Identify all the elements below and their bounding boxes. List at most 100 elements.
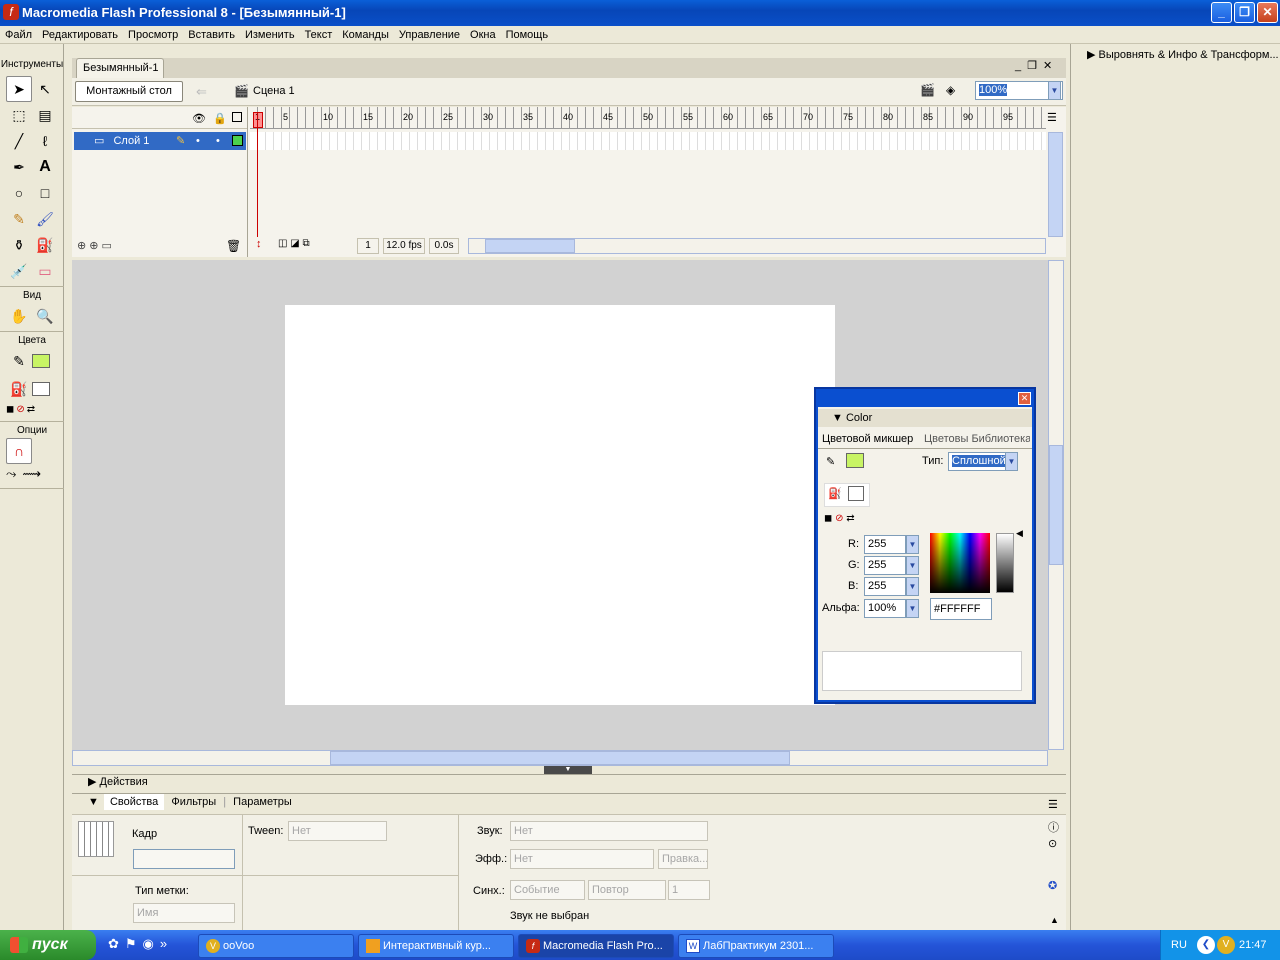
b-dropdown[interactable]: ▼ [906,577,919,596]
tween-select[interactable]: Нет [288,821,387,841]
edit-icon[interactable]: ⊙ [1048,837,1057,850]
color-panel-close-button[interactable]: ✕ [1018,392,1031,405]
brightness-marker-icon[interactable]: ◀ [1016,528,1023,539]
stroke-color-swatch[interactable] [32,354,50,368]
layer-row[interactable]: ▭ Слой 1 ✎ • • [74,132,246,150]
outline-icon[interactable] [232,112,242,122]
timeline-vscroll[interactable] [1048,132,1063,237]
pen-tool-icon[interactable]: ✒ [6,154,32,180]
timeline-menu-icon[interactable]: ☰ [1047,111,1057,124]
timeline-toggle-button[interactable]: Монтажный стол [75,81,183,102]
sync-select[interactable]: Событие [510,880,585,900]
free-transform-tool-icon[interactable]: ⬚ [6,102,32,128]
menu-control[interactable]: Управление [394,26,465,41]
g-input[interactable]: 255 [864,556,906,575]
pencil-tool-icon[interactable]: ✎ [6,206,32,232]
g-dropdown[interactable]: ▼ [906,556,919,575]
menu-view[interactable]: Просмотр [123,26,183,41]
tab-parameters[interactable]: Параметры [229,796,296,808]
hand-tool-icon[interactable]: ✋ [6,303,32,329]
stage-vscroll-thumb[interactable] [1049,445,1063,565]
hex-input[interactable]: #FFFFFF [930,598,992,620]
fill-color-swatch[interactable] [32,382,50,396]
eraser-tool-icon[interactable]: ▭ [32,258,58,284]
mixer-color-icons[interactable]: ◼ ⊘ ⇄ [824,513,855,524]
language-indicator[interactable]: RU [1171,930,1187,960]
brightness-slider[interactable] [996,533,1014,593]
add-layer-icons[interactable]: ⊕ ⊕ ▭ [77,239,112,252]
task-oovoo[interactable]: ooVoo [198,934,354,958]
r-input[interactable]: 255 [864,535,906,554]
minimize-button[interactable]: _ [1211,2,1232,23]
panel-splitter[interactable]: ▼ [544,766,592,774]
edit-symbols-icon[interactable]: ◈ [946,83,955,97]
center-frame-icon[interactable]: ↕ [256,238,262,250]
props-collapse-arrow-icon[interactable]: ▲ [1050,915,1059,925]
color-panel-header[interactable]: ▼ Color [818,409,1032,427]
stage[interactable] [285,305,835,705]
maximize-button[interactable]: ❐ [1234,2,1255,23]
line-tool-icon[interactable]: ╱ [6,128,32,154]
task-interactive-course[interactable]: Интерактивный кур... [358,934,514,958]
color-spectrum[interactable] [930,533,990,593]
subselect-tool-icon[interactable]: ↖ [32,76,58,102]
sound-select[interactable]: Нет [510,821,708,841]
props-menu-icon[interactable]: ☰ [1048,798,1058,811]
menu-edit[interactable]: Редактировать [37,26,123,41]
lock-icon[interactable]: 🔒 [213,112,227,125]
frame-row[interactable] [250,132,1046,150]
quick-launch-icons[interactable]: ✿⚑◉» [108,936,173,952]
help-icon[interactable]: ⓘ [1048,819,1059,835]
doc-window-controls[interactable]: _❐✕ [1015,59,1058,72]
zoom-dropdown-arrow[interactable]: ▼ [1048,81,1061,100]
tab-properties[interactable]: Свойства [103,794,165,810]
props-collapse-icon[interactable]: ▼ [88,796,99,808]
straighten-icon[interactable]: ⟿ [22,466,41,482]
menu-file[interactable]: Файл [0,26,37,41]
stage-hscroll-thumb[interactable] [330,751,790,765]
back-arrow-icon[interactable]: ⇐ [196,84,207,100]
lasso-tool-icon[interactable]: ℓ [32,128,58,154]
repeat-select[interactable]: Повтор [588,880,666,900]
tab-filters[interactable]: Фильтры [167,796,220,808]
document-tab[interactable]: Безымянный-1 [76,58,164,78]
edit-scene-icon[interactable]: 🎬 [920,83,935,97]
tab-color-swatches[interactable]: Цветовы Библиотека [924,431,1030,447]
label-type-select[interactable]: Имя [133,903,235,923]
mixer-fill-swatch[interactable] [848,486,864,501]
black-white-icon[interactable]: ◼ [6,404,14,415]
eye-icon[interactable]: 👁 [192,112,206,125]
task-labpraktikum[interactable]: ЛабПрактикум 2301... [678,934,834,958]
task-flash[interactable]: Macromedia Flash Pro... [518,934,674,958]
close-button[interactable]: ✕ [1257,2,1278,23]
effect-select[interactable]: Нет [510,849,654,869]
zoom-tool-icon[interactable]: 🔍 [32,303,58,329]
menu-window[interactable]: Окна [465,26,501,41]
ink-bottle-tool-icon[interactable]: ⚱ [6,232,32,258]
snap-magnet-icon[interactable]: ∩ [6,438,32,464]
layer-visible-dot[interactable]: • [196,132,200,150]
text-tool-icon[interactable]: A [32,154,58,180]
onion-skin-icons[interactable]: ◫ ◪ ⧉ [278,238,310,249]
delete-layer-icon[interactable]: 🗑 [226,239,241,253]
alpha-dropdown[interactable]: ▼ [906,599,919,618]
layer-lock-dot[interactable]: • [216,132,220,150]
r-dropdown[interactable]: ▼ [906,535,919,554]
paint-bucket-tool-icon[interactable]: ⛽ [32,232,58,258]
fill-type-dropdown-arrow[interactable]: ▼ [1005,452,1018,471]
gradient-transform-tool-icon[interactable]: ▤ [32,102,58,128]
menu-modify[interactable]: Изменить [240,26,300,41]
eyedropper-tool-icon[interactable]: 💉 [6,258,32,284]
brush-tool-icon[interactable]: 🖌 [32,206,58,232]
timeline-hscroll-thumb[interactable] [485,239,575,253]
accessibility-icon[interactable]: ✪ [1048,879,1057,892]
b-input[interactable]: 255 [864,577,906,596]
frame-name-input[interactable] [133,849,235,869]
repeat-count-input[interactable]: 1 [668,880,710,900]
no-color-icon[interactable]: ⊘ [16,404,24,415]
menu-text[interactable]: Текст [300,26,338,41]
rectangle-tool-icon[interactable]: □ [32,180,58,206]
tab-color-mixer[interactable]: Цветовой микшер [822,431,913,447]
layer-outline-color[interactable] [232,135,243,146]
actions-panel-header[interactable]: ▶ Действия [72,774,1066,794]
